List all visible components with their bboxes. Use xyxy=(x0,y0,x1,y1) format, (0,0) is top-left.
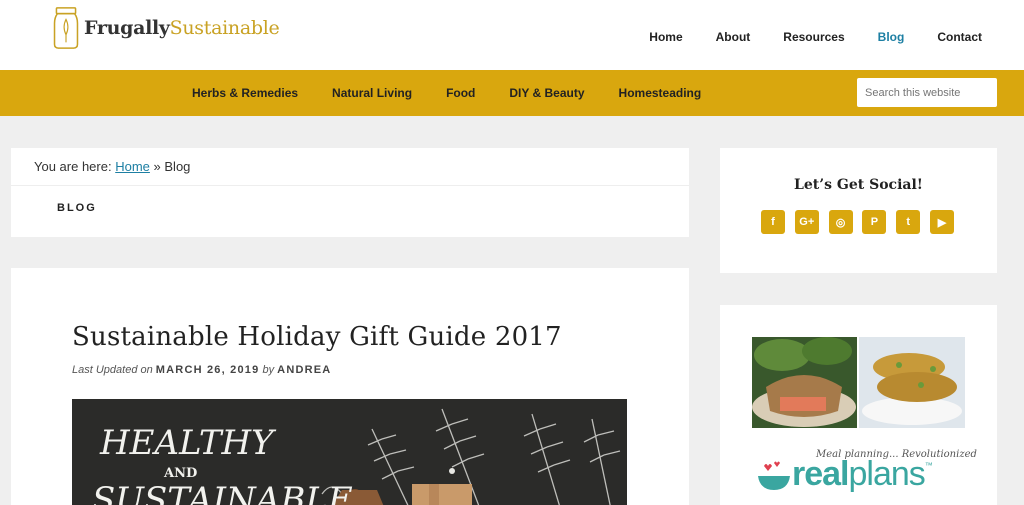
nav-home[interactable]: Home xyxy=(649,30,682,44)
instagram-icon[interactable]: ◎ xyxy=(828,210,853,234)
post-title[interactable]: Sustainable Holiday Gift Guide 2017 xyxy=(72,322,562,352)
social-icons: f G+ ◎ P t ▶ xyxy=(761,210,964,234)
ad-food-image-fritters xyxy=(859,337,965,428)
post-author[interactable]: ANDREA xyxy=(277,364,331,376)
ad-brand-plans: plans xyxy=(848,455,926,493)
category-herbs-remedies[interactable]: Herbs & Remedies xyxy=(192,86,298,100)
youtube-icon[interactable]: ▶ xyxy=(929,210,954,234)
realplans-ad[interactable]: Meal planning... Revolutionized real plan… xyxy=(720,305,997,505)
category-natural-living[interactable]: Natural Living xyxy=(332,86,412,100)
breadcrumb: You are here: Home » Blog xyxy=(34,159,190,174)
pinterest-icon[interactable]: P xyxy=(862,210,887,234)
facebook-icon[interactable]: f xyxy=(761,210,785,234)
nav-resources[interactable]: Resources xyxy=(783,30,844,44)
divider xyxy=(11,185,689,186)
post-card: Sustainable Holiday Gift Guide 2017 Last… xyxy=(11,268,689,505)
site-title-part2: Sustainable xyxy=(169,17,280,39)
post-date: MARCH 26, 2019 xyxy=(155,364,260,376)
breadcrumb-prefix: You are here: xyxy=(34,159,112,174)
image-text-and: AND xyxy=(163,466,197,481)
google-plus-icon[interactable]: G+ xyxy=(794,210,819,234)
chalkboard-illustration: HEALTHY AND SUSTAINABLE xyxy=(72,399,627,505)
breadcrumb-card: You are here: Home » Blog BLOG xyxy=(11,148,689,237)
nav-about[interactable]: About xyxy=(716,30,751,44)
category-homesteading[interactable]: Homesteading xyxy=(619,86,702,100)
bowl-hearts-icon xyxy=(758,461,790,490)
nav-blog[interactable]: Blog xyxy=(878,30,905,44)
realplans-logo: real plans ™ xyxy=(756,455,933,494)
category-food[interactable]: Food xyxy=(446,86,475,100)
ad-brand-trademark: ™ xyxy=(924,461,933,470)
category-diy-beauty[interactable]: DIY & Beauty xyxy=(509,86,584,100)
image-text-healthy: HEALTHY xyxy=(99,423,277,463)
twitter-icon[interactable]: t xyxy=(896,210,921,234)
breadcrumb-current: Blog xyxy=(164,159,191,174)
breadcrumb-home-link[interactable]: Home xyxy=(115,159,150,174)
by-label: by xyxy=(262,364,275,376)
social-widget: Let’s Get Social! f G+ ◎ P t ▶ xyxy=(720,148,997,273)
site-logo[interactable]: FrugallySustainable xyxy=(52,6,280,50)
site-header: FrugallySustainable Home About Resources… xyxy=(0,0,1024,70)
image-text-sustainable: SUSTAINABLE xyxy=(92,480,353,505)
category-nav: Herbs & Remedies Natural Living Food DIY… xyxy=(0,70,1024,116)
ad-brand-real: real xyxy=(792,455,849,493)
search-input[interactable] xyxy=(857,78,997,107)
updated-label: Last Updated on xyxy=(72,364,153,376)
primary-nav: Home About Resources Blog Contact xyxy=(616,30,982,44)
post-meta: Last Updated on MARCH 26, 2019 by ANDREA xyxy=(72,364,331,376)
nav-contact[interactable]: Contact xyxy=(937,30,982,44)
site-title-part1: Frugally xyxy=(84,17,170,39)
breadcrumb-separator: » xyxy=(153,159,161,174)
archive-title: BLOG xyxy=(57,202,97,214)
mason-jar-icon xyxy=(53,7,79,49)
site-title: FrugallySustainable xyxy=(84,17,280,39)
post-featured-image[interactable]: HEALTHY AND SUSTAINABLE xyxy=(72,399,627,505)
social-widget-title: Let’s Get Social! xyxy=(794,177,923,193)
ad-food-image-salmon xyxy=(752,337,857,428)
